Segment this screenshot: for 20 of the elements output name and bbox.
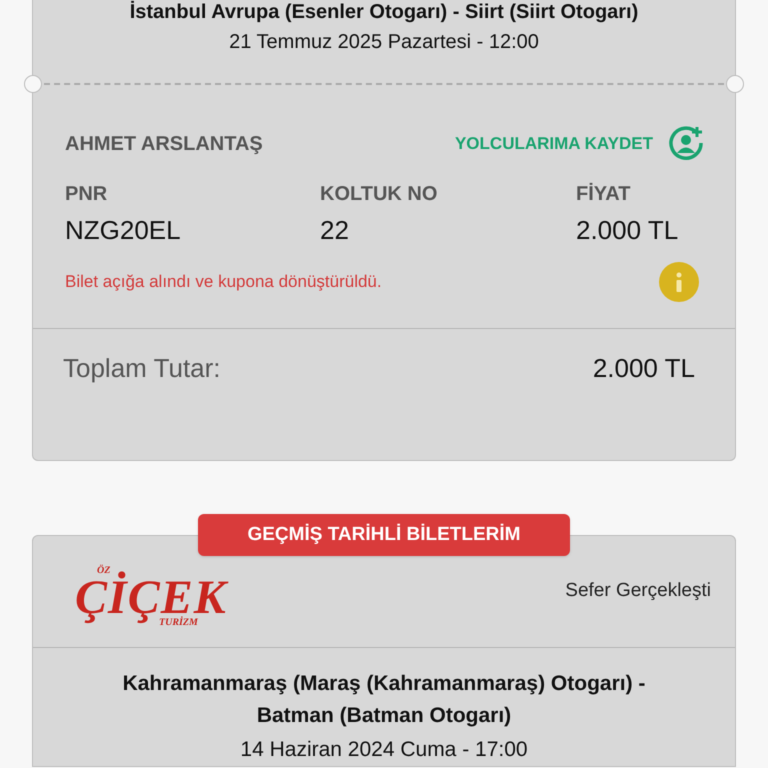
field-label: FİYAT <box>576 182 632 207</box>
trip-date: 14 Haziran 2024 Cuma - 17:00 <box>240 737 528 763</box>
total-label: Toplam Tutar: <box>63 352 221 385</box>
save-passenger-button[interactable]: YOLCULARIMA KAYDET <box>454 125 703 163</box>
field-value: 22 <box>320 214 350 247</box>
field-label: PNR <box>65 182 108 207</box>
total-value: 2.000 TL <box>592 352 695 385</box>
route-title: Batman (Batman Otogarı) <box>256 703 512 729</box>
route-title: İstanbul Avrupa (Esenler Otogarı) - Siirt (Siirt Otogarı) <box>130 0 638 24</box>
add-user-icon <box>667 125 705 163</box>
passenger-name: AHMET ARSLANTAŞ <box>65 132 263 157</box>
route-title: Kahramanmaraş (Maraş (Kahramanmaraş) Otogarı) - <box>122 671 646 697</box>
info-icon[interactable] <box>659 262 699 302</box>
notice-text: Bilet açığa alındı ve kupona dönüştürüldü. <box>65 271 382 294</box>
past-tickets-header: GEÇMİŞ TARİHLİ BİLETLERİM <box>198 514 570 556</box>
trip-status: Sefer Gerçekleşti <box>565 579 711 604</box>
field-value: 2.000 TL <box>576 214 680 247</box>
trip-date: 21 Temmuz 2025 Pazartesi - 12:00 <box>229 30 539 55</box>
field-value: NZG20EL <box>65 214 182 247</box>
field-label: KOLTUK NO <box>320 182 438 207</box>
